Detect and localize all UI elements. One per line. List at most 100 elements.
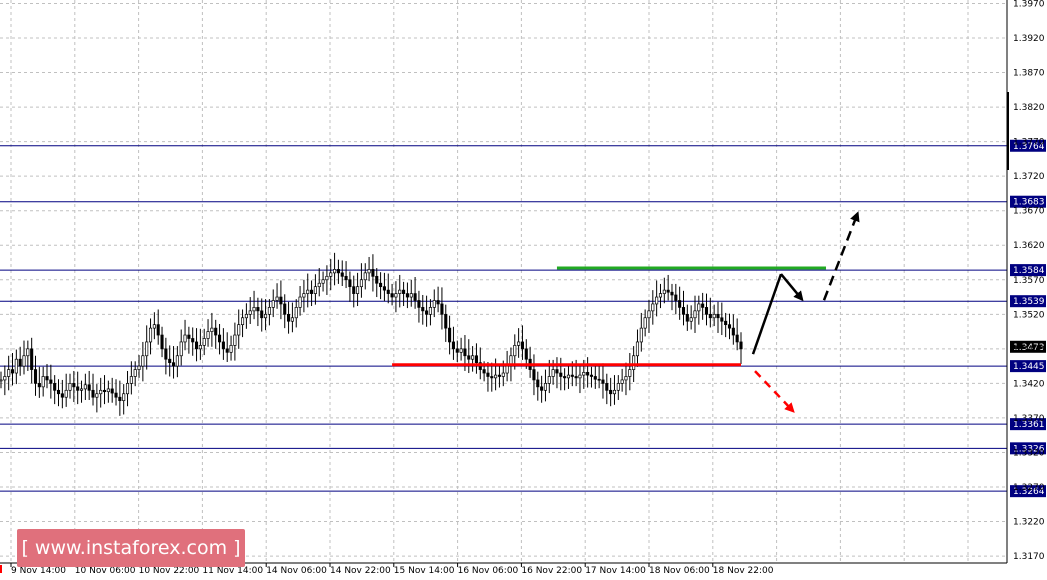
candle-body [313,286,317,294]
candle-body [310,289,314,294]
y-tick-label: 1.3770 [1013,138,1045,148]
candle-body [206,331,210,339]
candle-body [494,374,498,379]
level-label: 1.3445 [1013,362,1045,372]
candle-body [141,355,145,367]
candle-body [45,376,49,381]
candle-body [294,307,298,319]
candle-body [451,341,455,350]
candle-body [267,307,271,315]
candle-body [635,341,640,357]
candle-body [704,307,709,315]
candle-body [428,307,432,315]
candle-body [566,374,571,379]
candle-body [87,384,91,391]
arrow-pullback [780,273,804,302]
candle-body [76,386,80,391]
y-tick-label: 1.3670 [1013,207,1045,217]
candle-body [99,389,103,395]
y-tick-label: 1.3920 [1013,34,1045,44]
y-tick-label: 1.3170 [1013,552,1045,562]
candle-body [739,341,743,350]
y-tick-label: 1.3720 [1013,172,1045,182]
y-tick-label: 1.3870 [1013,69,1045,79]
horizontal-levels[interactable]: 1.37641.36831.35841.35391.34451.33611.33… [0,139,1046,498]
candle-body [137,365,141,370]
candle-body [540,386,544,391]
candle-body [118,396,122,402]
candle-body [455,348,459,353]
candle-body [336,269,340,274]
candle-body [359,279,363,288]
candle-body [536,379,540,388]
candle-body [398,289,402,294]
candle-body [413,293,417,301]
candle-body [701,303,705,308]
x-tick-label: 14 Nov 22:00 [330,566,391,576]
watermark-logo: [ www.instaforex.com ] [17,529,245,567]
x-tick-label: 11 Nov 14:00 [202,566,263,576]
candle-body [639,327,643,343]
candle-body [463,348,467,357]
x-tick-label: 15 Nov 14:00 [394,566,455,576]
candle-body [122,393,126,402]
candle-body [555,369,559,374]
candle-body [256,307,260,312]
candle-body [49,379,53,384]
candle-body [735,334,739,343]
candle-body [375,275,379,284]
candle-body [0,379,3,382]
candle-body [647,310,651,319]
x-tick-label: 16 Nov 06:00 [458,566,519,576]
candle-body [187,334,191,339]
candle-body [517,341,521,346]
candle-body [191,338,195,343]
candle-body [643,317,647,329]
candle-body [574,376,578,379]
x-tick-label: 16 Nov 22:00 [521,566,582,576]
candle-body [41,376,45,388]
candle-body [340,272,344,277]
y-tick-label: 1.3470 [1013,345,1045,355]
candle-body [681,307,686,315]
candle-body [168,358,172,364]
candle-body [559,372,563,377]
candle-body [417,300,421,308]
candle-body [344,275,348,281]
candle-body [175,355,179,367]
projection-arrows [751,211,860,413]
candle-body [666,289,670,293]
candle-body [486,372,490,377]
candle-body [727,324,732,329]
candle-body [432,300,436,308]
forex-chart: 1.37641.36831.35841.35391.34451.33611.33… [0,0,1046,576]
candle-body [129,376,133,384]
candle-body [302,293,306,298]
candle-body [244,313,248,319]
candle-body [708,313,712,319]
candle-body [221,341,225,350]
candle-body [183,334,187,343]
candle-body [363,272,367,281]
candle-body [367,269,371,274]
candle-body [405,293,409,298]
candle-body [586,371,590,376]
candle-body [237,324,241,336]
candle-body [674,294,678,301]
candlestick-series [0,252,743,416]
candle-body [217,334,222,343]
candle-body [678,300,682,308]
chart-grid [0,0,1007,563]
candle-body [685,313,689,322]
candle-body [225,348,229,353]
x-tick-label: 9 Nov 14:00 [11,566,66,576]
x-tick-label: 17 Nov 14:00 [585,566,646,576]
candle-body [578,374,582,379]
candle-body [290,317,294,322]
y-tick-label: 1.3570 [1013,276,1045,286]
candle-body [14,358,18,374]
candle-body [33,369,38,384]
candle-body [551,369,555,377]
candle-body [524,348,528,360]
arrow-breakout-dashed [822,211,860,301]
